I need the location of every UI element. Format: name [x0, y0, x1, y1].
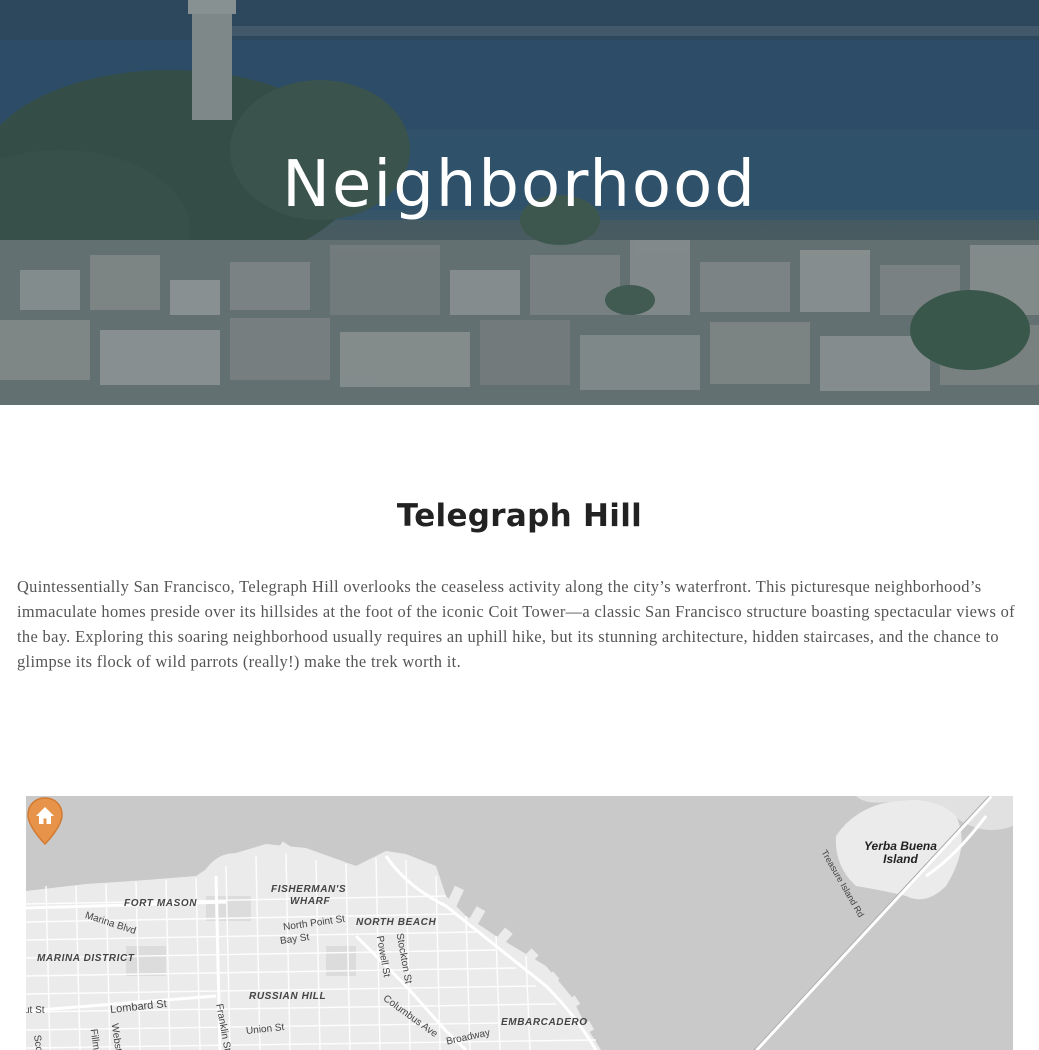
map-label-fort-mason: FORT MASON [124, 898, 198, 909]
map-label-russian-hill: RUSSIAN HILL [249, 991, 327, 1002]
map-label-yerba-buena-line2: Island [883, 852, 918, 866]
map-label-embarcadero: EMBARCADERO [501, 1017, 588, 1028]
map-label-fishermans-wharf-line2: WHARF [290, 896, 331, 907]
map-label-yerba-buena-line1: Yerba Buena [864, 839, 937, 853]
map-label-north-beach: NORTH BEACH [356, 917, 437, 928]
neighborhood-map[interactable]: FORT MASON FISHERMAN'S WHARF NORTH BEACH… [26, 796, 1013, 1050]
map-marker[interactable] [26, 796, 64, 846]
hero-banner: Neighborhood [0, 0, 1039, 405]
neighborhood-description: Quintessentially San Francisco, Telegrap… [17, 577, 1015, 671]
map-label-marina-district: MARINA DISTRICT [37, 953, 135, 964]
map-label-yerba-buena: Yerba Buena Island [864, 840, 937, 866]
map-base [26, 796, 1013, 1050]
map-label-fishermans-wharf: FISHERMAN'S [271, 884, 347, 895]
neighborhood-title: Telegraph Hill [396, 498, 643, 534]
map-street-scott: Sco [30, 1034, 45, 1050]
map-street-chestnut: ut St [26, 1005, 45, 1016]
hero-title: Neighborhood [282, 148, 757, 222]
